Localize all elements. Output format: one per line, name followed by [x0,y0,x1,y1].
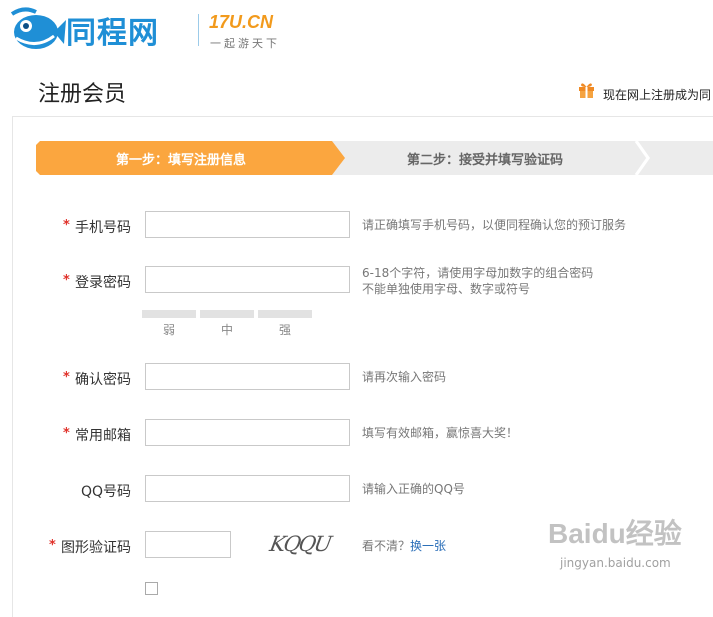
phone-label: 手机号码 [75,220,131,236]
phone-hint: 请正确填写手机号码，以便同程确认您的预订服务 [362,218,627,232]
email-label: 常用邮箱 [75,428,131,444]
password-hint-line2: 不能单独使用字母、数字或符号 [362,282,531,296]
qq-label: QQ号码 [81,484,132,500]
watermark-brand: Baidu经验 [548,518,682,549]
agreement-checkbox[interactable] [145,582,158,595]
gift-icon [579,83,594,98]
step-2-label: 第二步：接受并填写验证码 [406,153,563,168]
captcha-hint-text: 看不清？ [362,539,411,553]
email-hint: 填写有效邮箱，赢惊喜大奖！ [362,426,519,440]
required-mark: * [63,426,70,441]
required-mark: * [49,538,56,553]
phone-input[interactable] [145,211,350,238]
strength-bar-strong [258,310,312,318]
captcha-input[interactable] [145,531,231,558]
strength-bar-medium [200,310,254,318]
promo-text[interactable]: 现在网上注册成为同 [603,86,711,103]
email-input[interactable] [145,419,350,446]
captcha-image[interactable]: KQQU [267,530,342,558]
logo-domain: 17U.CN [209,12,274,32]
step-1-label: 第一步：填写注册信息 [115,153,246,168]
logo-text: 同程网 [66,16,159,51]
qq-input[interactable] [145,475,350,502]
logo-divider [198,14,199,46]
confirm-password-hint: 请再次输入密码 [362,370,447,384]
strength-label-strong: 强 [278,323,291,337]
confirm-password-label: 确认密码 [75,372,131,388]
required-mark: * [63,273,70,288]
captcha-label: 图形验证码 [61,540,131,556]
password-input[interactable] [145,266,350,293]
logo-fish-icon [10,7,66,49]
strength-label-medium: 中 [220,323,233,337]
confirm-password-input[interactable] [145,363,350,390]
page-title: 注册会员 [38,82,127,107]
logo-slogan: 一起游天下 [210,37,280,50]
strength-label-weak: 弱 [162,323,175,337]
captcha-hint: 看不清？换一张 [362,538,446,554]
password-label: 登录密码 [75,275,131,291]
required-mark: * [63,370,70,385]
qq-hint: 请输入正确的QQ号 [362,482,465,496]
captcha-image-text: KQQU [267,532,332,556]
required-mark: * [63,218,70,233]
watermark-url: jingyan.baidu.com [560,556,671,570]
captcha-refresh-link[interactable]: 换一张 [410,539,446,553]
password-hint-line1: 6-18个字符，请使用字母加数字的组合密码 [362,266,594,280]
strength-bar-weak [142,310,196,318]
